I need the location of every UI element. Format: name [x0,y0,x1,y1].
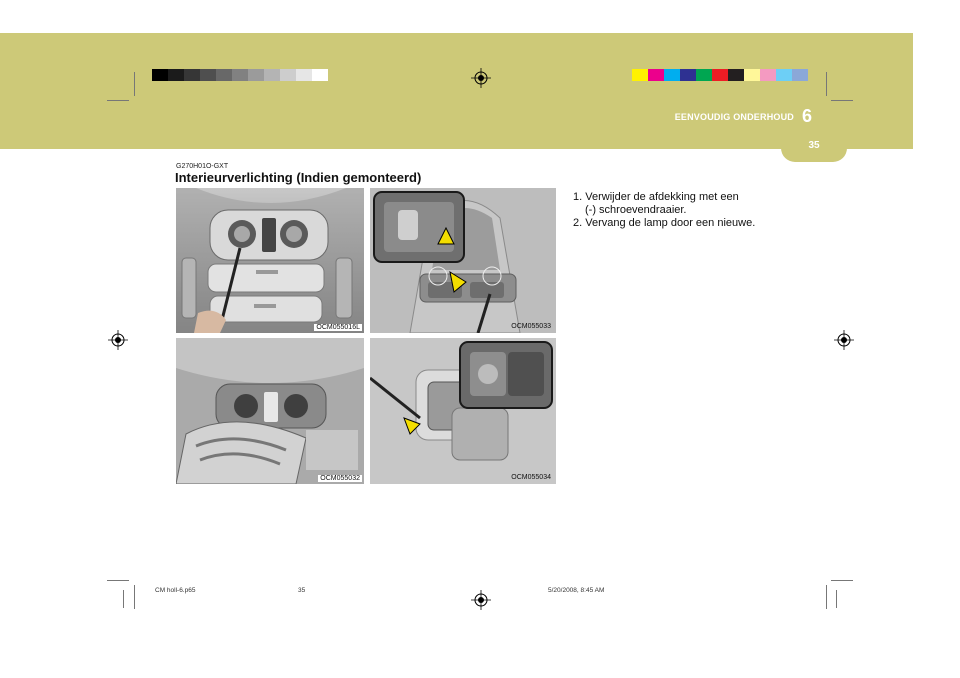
color-swatch [712,69,728,81]
color-swatch [168,69,184,81]
figure-console-open: OCM055032 [176,338,364,484]
figure-maplamp-inset: OCM055034 [370,338,556,484]
figure-lamp-inset: OCM055033 [370,188,556,333]
instruction-list: 1. Verwijder de afdekking met een (-) sc… [573,191,755,230]
color-swatch [264,69,280,81]
color-swatch [776,69,792,81]
step-number: 1. [573,191,583,203]
chapter-number: 6 [801,106,812,126]
instruction-step: 1. Verwijder de afdekking met een (-) sc… [573,191,755,217]
color-swatch [280,69,296,81]
color-swatch [312,69,328,81]
step-text: Vervang de lamp door een nieuwe. [585,217,756,229]
color-swatch [232,69,248,81]
figure-ref: OCM055033 [511,323,551,330]
color-swatch [184,69,200,81]
maplamp-illustration [370,338,556,484]
registration-mark-icon [471,68,491,88]
color-swatch [680,69,696,81]
color-swatch [744,69,760,81]
figure-ref: OCM055016L [314,324,362,331]
registration-mark-icon [108,330,128,350]
color-swatch [664,69,680,81]
step-text-continued: (-) schroevendraaier. [585,204,687,216]
color-swatch [200,69,216,81]
color-swatch [696,69,712,81]
color-swatch [648,69,664,81]
grayscale-calibration-strip [152,69,328,81]
section-title: Interieurverlichting (Indien gemonteerd) [175,170,422,185]
footer-page: 35 [298,587,306,594]
color-swatch [728,69,744,81]
lamp-illustration [370,188,556,333]
step-text: Verwijder de afdekking met een [585,191,739,203]
color-swatch [248,69,264,81]
header-band [0,33,913,149]
figure-ref: OCM055034 [511,474,551,481]
page-number: 35 [808,140,820,151]
registration-mark-icon [834,330,854,350]
color-swatch [760,69,776,81]
footer-timestamp: 5/20/2008, 8:45 AM [548,587,605,594]
color-swatch [792,69,808,81]
color-swatch [296,69,312,81]
section-code: G270H01O-GXT [176,163,229,170]
color-calibration-strip [632,69,808,81]
color-swatch [152,69,168,81]
chapter-label: EENVOUDIG ONDERHOUD [674,112,794,122]
step-number: 2. [573,217,583,229]
footer-filename: CM holl-6.p65 [155,587,196,594]
console-open-illustration [176,338,364,484]
color-swatch [632,69,648,81]
figure-console-screwdriver: OCM055016L [176,188,364,333]
registration-mark-icon [471,590,491,610]
figure-ref: OCM055032 [318,475,362,482]
console-illustration [176,188,364,333]
color-swatch [216,69,232,81]
instruction-step: 2. Vervang de lamp door een nieuwe. [573,217,755,230]
